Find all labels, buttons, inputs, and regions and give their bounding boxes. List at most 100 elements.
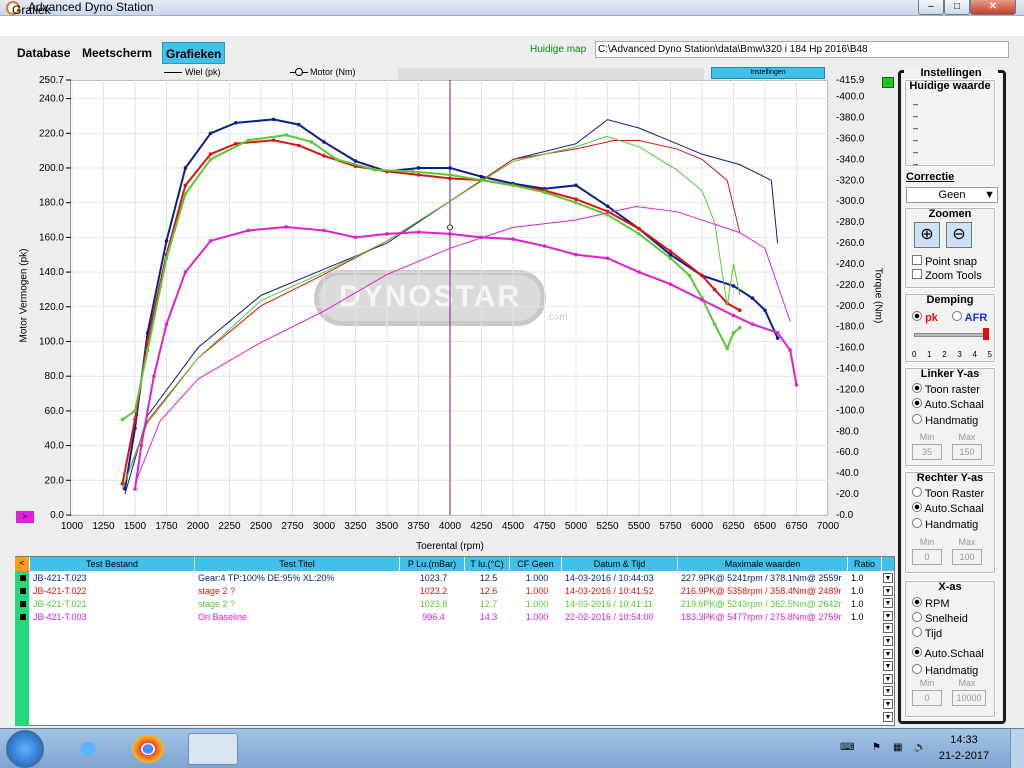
table-cell-cf[interactable]: 1.000 (513, 572, 561, 585)
table-cell-t[interactable]: 12.7 (468, 598, 509, 611)
column-header[interactable]: CF Geen (510, 557, 562, 571)
table-cell-title[interactable]: stage 2 ? (198, 598, 399, 611)
table-cell-t[interactable]: 14.3 (468, 611, 509, 624)
table-cell-max[interactable]: 219.6PK@ 5243rpm / 362.5Nm@ 2642r (681, 598, 847, 611)
zoom-in-icon[interactable]: ⊕ (914, 222, 940, 248)
column-header[interactable]: Ratio (848, 557, 882, 571)
row-dropdown-icon[interactable]: ▼ (883, 573, 893, 583)
flag-icon[interactable]: ⚑ (872, 742, 881, 753)
column-header[interactable]: T lu.(°C) (465, 557, 510, 571)
clock-date[interactable]: 21-2-2017 (934, 750, 994, 762)
point-snap-checkbox[interactable]: Point snap (912, 255, 977, 268)
row-dropdown-icon[interactable]: ▼ (883, 673, 893, 684)
start-button[interactable] (6, 730, 44, 768)
table-cell-title[interactable]: Ori Baseline (198, 611, 399, 624)
xas-snelheid-radio[interactable]: Snelheid (912, 612, 968, 625)
zoom-out-icon[interactable]: ⊖ (946, 222, 972, 248)
network-icon[interactable]: ▦ (893, 742, 902, 753)
huidige-map-field[interactable]: C:\Advanced Dyno Station\data\Bmw\320 i … (595, 41, 1009, 58)
row-dropdown-icon[interactable]: ▼ (883, 686, 893, 697)
column-header[interactable]: Test Bestand (30, 557, 195, 571)
table-cell-file[interactable]: JB-421-T.003 (33, 611, 194, 624)
demping-pk-radio[interactable]: pk (912, 311, 938, 324)
table-cell-file[interactable]: JB-421-T.023 (33, 572, 194, 585)
volume-icon[interactable]: 🔈 (914, 742, 926, 753)
table-cell-cf[interactable]: 1.000 (513, 611, 561, 624)
row-dropdown-icon[interactable]: ▼ (883, 636, 893, 646)
linker-min-field[interactable]: 35 (912, 444, 942, 460)
chrome-icon[interactable] (130, 733, 166, 765)
column-header[interactable]: P Lu.(mBar) (400, 557, 465, 571)
keyboard-icon[interactable]: ⌨ (840, 742, 854, 753)
demping-slider-track[interactable] (914, 333, 988, 337)
rechter-toon-raster[interactable]: Toon Raster (912, 487, 984, 500)
table-cell-ratio[interactable]: 1.0 (851, 611, 881, 624)
show-desktop-button[interactable] (1010, 729, 1024, 768)
row-dropdown-icon[interactable]: ▼ (883, 711, 893, 722)
xas-min-field[interactable]: 0 (912, 690, 942, 706)
row-dropdown-icon[interactable]: ▼ (883, 585, 893, 596)
table-cell-t[interactable]: 12.6 (468, 585, 509, 598)
linker-auto-schaal[interactable]: Auto.Schaal (912, 398, 984, 411)
linker-max-field[interactable]: 150 (952, 444, 982, 460)
demping-afr-radio[interactable]: AFR (952, 311, 987, 324)
tab-grafieken[interactable]: Grafieken (162, 42, 226, 64)
row-dropdown-icon[interactable]: ▼ (883, 610, 893, 621)
dyno-station-taskbar-icon[interactable] (188, 733, 238, 765)
table-cell-title[interactable]: stage 2 ? (198, 585, 399, 598)
table-cell-p[interactable]: 996.4 (403, 611, 464, 624)
close-button[interactable]: ✕ (970, 0, 1016, 15)
rechter-min-field[interactable]: 0 (912, 549, 942, 565)
demping-slider-thumb[interactable] (983, 328, 989, 340)
table-cell-ratio[interactable]: 1.0 (851, 598, 881, 611)
table-cell-max[interactable]: 183.3PK@ 5477rpm / 275.8Nm@ 2759r (681, 611, 847, 624)
column-header[interactable]: Maximale waarden (678, 557, 848, 571)
instellingen-button[interactable]: Instellingen (711, 67, 825, 79)
table-cell-ratio[interactable]: 1.0 (851, 572, 881, 585)
rechter-handmatig[interactable]: Handmatig (912, 518, 978, 531)
xas-handmatig[interactable]: Handmatig (912, 664, 978, 677)
row-dropdown-icon[interactable]: ▼ (883, 598, 893, 609)
tab-meetscherm[interactable]: Meetscherm (79, 42, 155, 64)
row-marker[interactable] (20, 588, 26, 594)
table-cell-p[interactable]: 1023.7 (403, 572, 464, 585)
table-cell-file[interactable]: JB-421-T.021 (33, 598, 194, 611)
row-marker[interactable] (20, 575, 26, 581)
row-dropdown-icon[interactable]: ▼ (883, 699, 893, 709)
rechter-max-field[interactable]: 100 (952, 549, 982, 565)
linker-handmatig[interactable]: Handmatig (912, 414, 978, 427)
pink-arrow-button[interactable]: > (16, 511, 34, 523)
table-cell-date[interactable]: 14-03-2016 / 10:41:52 (565, 585, 677, 598)
rechter-auto-schaal[interactable]: Auto.Schaal (912, 502, 984, 515)
table-cell-p[interactable]: 1023.2 (403, 585, 464, 598)
table-cell-p[interactable]: 1023.8 (403, 598, 464, 611)
row-marker[interactable] (20, 601, 26, 607)
xas-auto-schaal[interactable]: Auto.Schaal (912, 647, 984, 660)
row-dropdown-icon[interactable]: ▼ (883, 661, 893, 672)
table-cell-date[interactable]: 14-03-2016 / 10:41:11 (565, 598, 677, 611)
menu-grafiek[interactable]: Grafiek (12, 3, 51, 17)
table-cell-t[interactable]: 12.5 (468, 572, 509, 585)
tab-database[interactable]: Database (14, 42, 73, 64)
xas-tijd-radio[interactable]: Tijd (912, 627, 942, 640)
table-cell-max[interactable]: 227.9PK@ 5241rpm / 378.1Nm@ 2559r (681, 572, 847, 585)
table-cell-ratio[interactable]: 1.0 (851, 585, 881, 598)
correctie-select[interactable]: Geen ▼ (906, 187, 998, 203)
maximize-button[interactable]: □ (944, 0, 970, 15)
zoom-tools-checkbox[interactable]: Zoom Tools (912, 269, 982, 282)
green-arrow-icon[interactable] (882, 77, 894, 88)
table-cell-file[interactable]: JB-421-T.022 (33, 585, 194, 598)
xas-max-field[interactable]: 10000 (952, 690, 986, 706)
table-cell-title[interactable]: Gear:4 TP:100% DE:95% XL:20% (198, 572, 399, 585)
xas-rpm-radio[interactable]: RPM (912, 597, 950, 610)
table-cell-max[interactable]: 216.9PK@ 5358rpm / 358.4Nm@ 2489r (681, 585, 847, 598)
row-dropdown-icon[interactable]: ▼ (883, 648, 893, 659)
minimize-button[interactable]: – (918, 0, 944, 15)
row-marker[interactable] (20, 614, 26, 620)
internet-explorer-icon[interactable] (70, 733, 106, 765)
row-dropdown-icon[interactable]: ▼ (883, 623, 893, 634)
table-cell-cf[interactable]: 1.000 (513, 585, 561, 598)
clock-time[interactable]: 14:33 (934, 734, 994, 746)
column-header[interactable]: Test Titel (195, 557, 400, 571)
table-cell-cf[interactable]: 1.000 (513, 598, 561, 611)
